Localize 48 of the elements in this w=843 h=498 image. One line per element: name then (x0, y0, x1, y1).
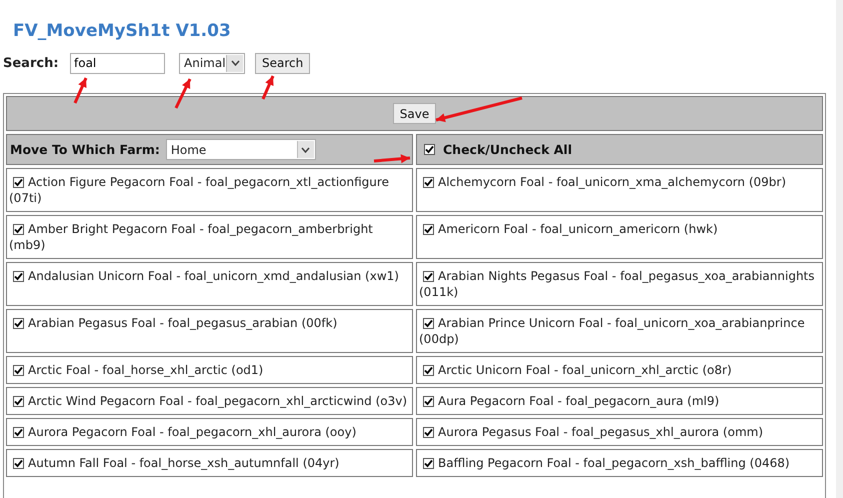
animal-cell: Aura Pegacorn Foal - foal_pegacorn_aura (ml9) (416, 387, 823, 415)
animal-cell: Action Figure Pegacorn Foal - foal_pegacorn_xtl_actionfigure (07ti) (6, 168, 413, 212)
animal-checkbox[interactable] (13, 271, 24, 282)
animal-cell: Arabian Pegasus Foal - foal_pegasus_arabian (00fk) (6, 309, 413, 353)
farm-select[interactable]: Home (166, 139, 316, 160)
animal-cell: Baffling Pegacorn Foal - foal_pegacorn_xsh_baffling (0468) (416, 449, 823, 477)
farm-label: Move To Which Farm: (10, 142, 160, 157)
animal-checkbox[interactable] (13, 318, 24, 329)
animal-cell: Arctic Unicorn Foal - foal_unicorn_xhl_arctic (o8r) (416, 356, 823, 384)
animal-cell: Arabian Nights Pegasus Foal - foal_pegasus_xoa_arabiannights (011k) (416, 262, 823, 306)
animal-checkbox[interactable] (13, 396, 24, 407)
type-select[interactable]: Animal (179, 52, 245, 74)
animal-checkbox[interactable] (423, 458, 434, 469)
annotation-arrow (374, 154, 410, 164)
search-button[interactable]: Search (255, 52, 310, 74)
annotation-arrow (74, 77, 88, 104)
animal-checkbox[interactable] (13, 224, 24, 235)
animal-cell: Arabian Prince Unicorn Foal - foal_unicorn_xoa_arabianprince (00dp) (416, 309, 823, 353)
animal-checkbox[interactable] (423, 224, 434, 235)
save-button[interactable]: Save (392, 103, 436, 124)
animal-cell: Alchemycorn Foal - foal_unicorn_xma_alchemycorn (09br) (416, 168, 823, 212)
animal-checkbox[interactable] (13, 458, 24, 469)
animal-cell: Andalusian Unicorn Foal - foal_unicorn_xmd_andalusian (xw1) (6, 262, 413, 306)
check-all-label: Check/Uncheck All (443, 142, 572, 157)
animal-checkbox[interactable] (423, 271, 434, 282)
animal-cell: Arctic Wind Pegacorn Foal - foal_pegacorn_xhl_arcticwind (o3v) (6, 387, 413, 415)
animal-checkbox[interactable] (423, 427, 434, 438)
animal-checkbox[interactable] (13, 365, 24, 376)
annotation-arrow (174, 78, 192, 109)
animal-checkbox[interactable] (423, 396, 434, 407)
animal-cell: Autumn Fall Foal - foal_horse_xsh_autumnfall (04yr) (6, 449, 413, 477)
animal-cell: Aurora Pegasus Foal - foal_pegasus_xhl_aurora (omm) (416, 418, 823, 446)
animal-cell: Arctic Foal - foal_horse_xhl_arctic (od1) (6, 356, 413, 384)
animal-checkbox[interactable] (13, 427, 24, 438)
page-title: FV_MoveMySh1t V1.03 (13, 20, 232, 42)
animal-cell: Americorn Foal - foal_unicorn_americorn (hwk) (416, 215, 823, 259)
animal-checkbox[interactable] (423, 177, 434, 188)
check-all-checkbox[interactable] (424, 144, 435, 155)
search-field[interactable]: foal (70, 52, 165, 74)
animal-cell: Amber Bright Pegacorn Foal - foal_pegacorn_amberbright (mb9) (6, 215, 413, 259)
animal-cell: Aurora Pegacorn Foal - foal_pegacorn_xhl_aurora (ooy) (6, 418, 413, 446)
animal-checkbox[interactable] (423, 365, 434, 376)
caret-icon (301, 146, 310, 152)
animal-checkbox[interactable] (423, 318, 434, 329)
caret-icon (230, 60, 240, 66)
animal-checkbox[interactable] (13, 177, 24, 188)
search-label: Search: (3, 56, 60, 70)
annotation-arrow (262, 75, 274, 100)
